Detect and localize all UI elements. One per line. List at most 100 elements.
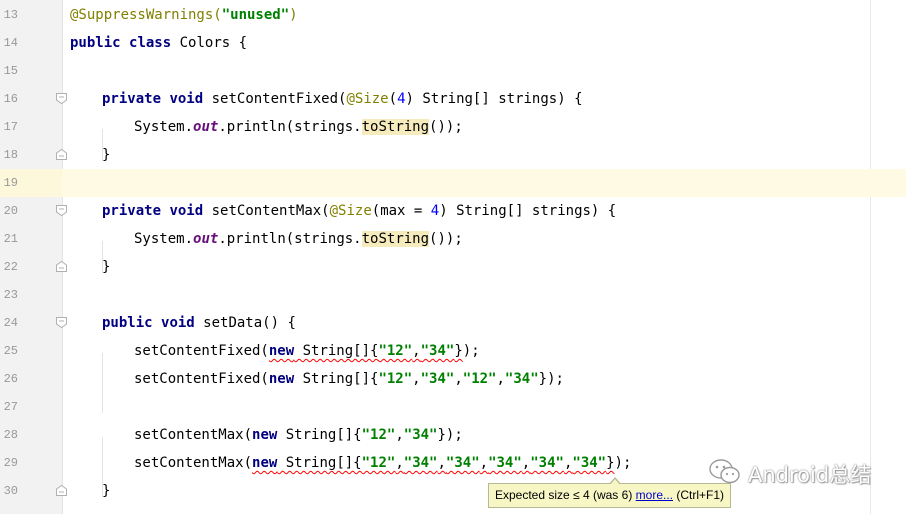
- code-token: setData() {: [194, 315, 296, 331]
- code-text[interactable]: setContentFixed(new String[]{"12","34","…: [70, 365, 564, 413]
- line-number[interactable]: 15: [0, 57, 18, 85]
- code-token: public: [70, 35, 121, 51]
- fold-collapse-icon[interactable]: [56, 93, 67, 104]
- error-token: }: [606, 455, 615, 471]
- line-number[interactable]: 23: [0, 281, 18, 309]
- fold-end-icon[interactable]: [56, 149, 67, 160]
- code-text[interactable]: setContentMax(new String[]{"12","34"});: [70, 421, 463, 469]
- code-line[interactable]: 26 setContentFixed(new String[]{"12","34"…: [0, 365, 906, 413]
- code-line[interactable]: 14 public class Colors {: [0, 29, 906, 57]
- line-number[interactable]: 22: [0, 253, 18, 281]
- code-editor[interactable]: 13 @SuppressWarnings("unused") 14 public cl…: [0, 0, 906, 514]
- fold-end-icon[interactable]: [56, 485, 67, 496]
- code-token: 4: [397, 91, 406, 107]
- line-number[interactable]: 19: [0, 169, 18, 197]
- line-number[interactable]: 20: [0, 197, 18, 225]
- error-token: String[]{: [277, 455, 362, 471]
- code-token: "12": [462, 371, 497, 387]
- error-token: "34": [488, 455, 522, 471]
- error-token: "12": [378, 343, 413, 359]
- line-number[interactable]: 28: [0, 421, 18, 449]
- code-text[interactable]: public class Colors {: [70, 29, 247, 57]
- code-token: private: [102, 91, 162, 107]
- code-token: }: [102, 147, 111, 163]
- line-number[interactable]: 25: [0, 337, 18, 365]
- code-token: "34": [420, 371, 455, 387]
- line-number[interactable]: 17: [0, 113, 18, 141]
- code-text[interactable]: setContentMax(new String[]{"12","34","34…: [70, 449, 631, 497]
- line-number[interactable]: 26: [0, 365, 18, 393]
- code-text[interactable]: }: [70, 477, 110, 505]
- code-token: "12": [378, 371, 413, 387]
- code-token: setContentMax(: [134, 427, 253, 443]
- code-line[interactable]: 17 System.out.println(strings.toString())…: [0, 113, 906, 161]
- code-text[interactable]: public void setData() {: [70, 309, 296, 337]
- code-token: });: [437, 427, 463, 443]
- line-number[interactable]: 24: [0, 309, 18, 337]
- code-text[interactable]: setContentFixed(new String[]{"12","34"})…: [70, 337, 480, 385]
- code-token: setContentMax(: [134, 455, 253, 471]
- line-number[interactable]: 18: [0, 141, 18, 169]
- code-text[interactable]: private void setContentFixed(@Size(4) St…: [70, 85, 583, 113]
- code-token: (: [388, 91, 398, 107]
- code-line[interactable]: 18}: [0, 141, 906, 169]
- code-line[interactable]: 27: [0, 393, 906, 421]
- code-token: setContentFixed(: [134, 343, 269, 359]
- code-token: out: [193, 231, 219, 247]
- line-number[interactable]: 13: [0, 1, 18, 29]
- code-text[interactable]: }: [70, 253, 110, 281]
- inspection-tooltip: Expected size ≤ 4 (was 6) more... (Ctrl+…: [488, 477, 731, 508]
- error-token: "34": [572, 455, 607, 471]
- code-text[interactable]: @SuppressWarnings("unused"): [70, 1, 298, 29]
- code-text[interactable]: }: [70, 141, 110, 169]
- code-token: String[]{: [294, 371, 379, 387]
- code-line[interactable]: 23: [0, 281, 906, 309]
- line-number[interactable]: 14: [0, 29, 18, 57]
- fold-collapse-icon[interactable]: [56, 317, 67, 328]
- code-token: @SuppressWarnings(: [70, 7, 222, 23]
- tooltip-arrow-fill: [610, 479, 620, 485]
- code-line[interactable]: 28 setContentMax(new String[]{"12","34"})…: [0, 421, 906, 469]
- code-text[interactable]: System.out.println(strings.toString());: [70, 113, 463, 161]
- code-token: @Size: [329, 203, 372, 219]
- line-number[interactable]: 30: [0, 477, 18, 505]
- tooltip-more-link[interactable]: more...: [636, 488, 673, 502]
- code-token: setContentFixed(: [134, 371, 269, 387]
- code-token: Colors {: [171, 35, 248, 51]
- code-line[interactable]: 20 private void setContentMax(@Size(max =…: [0, 197, 906, 225]
- code-line[interactable]: 21 System.out.println(strings.toString())…: [0, 225, 906, 273]
- error-token: "34": [420, 343, 455, 359]
- code-token: "12": [361, 427, 396, 443]
- code-line[interactable]: 13 @SuppressWarnings("unused"): [0, 1, 906, 29]
- code-token: System.: [134, 231, 194, 247]
- code-token: class: [129, 35, 172, 51]
- line-number[interactable]: 27: [0, 393, 18, 421]
- code-token: @Size: [346, 91, 389, 107]
- code-token: setContentFixed(: [203, 91, 347, 107]
- code-text[interactable]: private void setContentMax(@Size(max = 4…: [70, 197, 616, 225]
- code-line[interactable]: 24 public void setData() {: [0, 309, 906, 337]
- code-token: "34": [403, 427, 438, 443]
- watermark-text: Android总结: [748, 463, 872, 487]
- code-line[interactable]: 16 private void setContentFixed(@Size(4) …: [0, 85, 906, 113]
- code-line[interactable]: 19: [0, 169, 906, 197]
- code-token: });: [538, 371, 564, 387]
- line-number[interactable]: 21: [0, 225, 18, 253]
- error-token: "34": [530, 455, 564, 471]
- fold-end-icon[interactable]: [56, 261, 67, 272]
- line-number[interactable]: 16: [0, 85, 18, 113]
- code-line[interactable]: 15: [0, 57, 906, 85]
- code-token: ());: [429, 119, 463, 135]
- code-token: String[]{: [277, 427, 362, 443]
- code-token: 4: [430, 203, 440, 219]
- code-line[interactable]: 25 setContentFixed(new String[]{"12","34"…: [0, 337, 906, 385]
- code-line[interactable]: 22}: [0, 253, 906, 281]
- line-number[interactable]: 29: [0, 449, 18, 477]
- error-token: new: [252, 455, 278, 471]
- fold-collapse-icon[interactable]: [56, 205, 67, 216]
- code-text[interactable]: System.out.println(strings.toString());: [70, 225, 463, 273]
- error-token: ,: [412, 343, 421, 359]
- code-token: toString: [361, 231, 430, 247]
